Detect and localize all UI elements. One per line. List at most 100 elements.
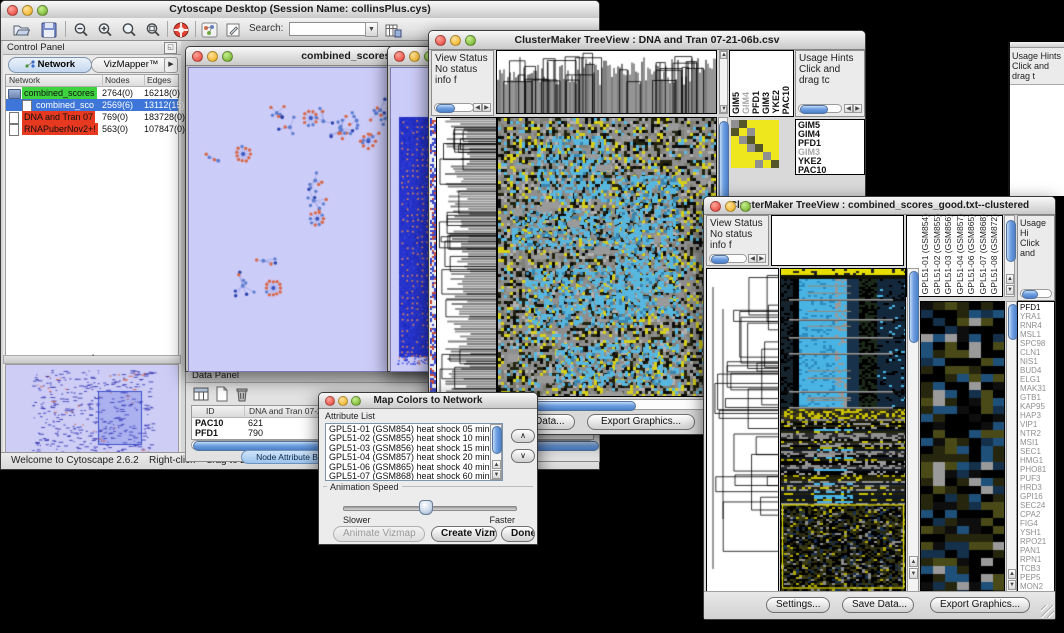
attribute-listbox[interactable]: GPL51-01 (GSM854) heat shock 05 minGPL51… [325, 423, 503, 481]
scroll-right-icon[interactable]: ▶ [853, 104, 862, 113]
scroll-down-icon[interactable]: ▼ [720, 105, 727, 113]
close-button[interactable] [325, 396, 335, 406]
scroll-left-icon[interactable]: ◀ [748, 254, 757, 263]
zoom-fit-icon[interactable] [121, 22, 138, 38]
zoom-button[interactable] [222, 51, 233, 62]
zoom-selected-icon[interactable] [145, 22, 162, 38]
heatmap-global-canvas[interactable] [498, 118, 716, 396]
move-up-button[interactable]: ∧ [511, 429, 535, 443]
heatmap-global-pane[interactable] [497, 117, 717, 397]
column-dendrogram-pane[interactable] [496, 50, 717, 114]
float-panel-icon[interactable]: ◱ [164, 42, 177, 54]
vscroll-thumb[interactable] [492, 426, 502, 454]
new-attribute-icon[interactable] [214, 386, 231, 402]
help-lifering-icon[interactable] [173, 22, 190, 38]
hscroll-thumb[interactable] [1022, 290, 1038, 299]
labels-vscrollbar[interactable]: ▲ ▼ [1004, 215, 1015, 297]
gene-label[interactable]: MSI1 [1018, 438, 1054, 447]
dendrogram-vscrollbar[interactable]: ▲ ▼ [719, 50, 728, 114]
hints-hscrollbar[interactable] [1020, 289, 1052, 298]
gene-label[interactable]: HRD3 [1018, 483, 1054, 492]
heatmap-global-canvas[interactable] [781, 269, 905, 591]
animate-vizmap-button[interactable]: Animate Vizmap [333, 526, 425, 542]
scroll-left-icon[interactable]: ◀ [473, 103, 482, 112]
close-button[interactable] [394, 51, 405, 62]
gene-label[interactable]: NTR2 [1018, 429, 1054, 438]
scroll-down-icon[interactable]: ▼ [492, 470, 501, 479]
gene-label[interactable]: RPO21 [1018, 537, 1054, 546]
gene-label[interactable]: PAN1 [1018, 546, 1054, 555]
zoom-button[interactable] [351, 396, 361, 406]
scroll-left-icon[interactable]: ◀ [844, 104, 853, 113]
minimize-button[interactable] [338, 396, 348, 406]
heatmap-zoom-canvas[interactable] [921, 302, 1004, 591]
close-button[interactable] [7, 5, 18, 16]
tab-vizmapper[interactable]: VizMapper™ [91, 57, 171, 73]
scroll-right-icon[interactable]: ▶ [757, 254, 766, 263]
vizmapper-nodes-icon[interactable] [201, 22, 218, 38]
col-header-network[interactable]: Network [9, 75, 40, 85]
scroll-down-icon[interactable]: ▼ [1008, 580, 1016, 590]
zoom-button[interactable] [740, 201, 751, 212]
export-graphics-button[interactable]: Export Graphics... [587, 414, 695, 430]
move-down-button[interactable]: ∨ [511, 449, 535, 463]
gene-label[interactable]: SEC24 [1018, 501, 1054, 510]
gene-label[interactable]: PFD1 [1018, 303, 1054, 312]
heatmap-global-pane[interactable] [780, 268, 906, 592]
network-row[interactable]: RNAPuberNov2+! 563(0) 107847(0) [6, 123, 178, 135]
minimize-button[interactable] [207, 51, 218, 62]
save-data-button[interactable]: Save Data... [842, 597, 914, 613]
gene-label[interactable]: GTB1 [1018, 393, 1054, 402]
resize-grip[interactable] [1041, 605, 1054, 618]
gene-label[interactable]: GPI16 [1018, 492, 1054, 501]
done-button[interactable]: Done [501, 526, 535, 542]
scroll-up-icon[interactable]: ▲ [1008, 569, 1016, 579]
zoom-in-icon[interactable] [97, 22, 114, 38]
gene-label[interactable]: YSH1 [1018, 528, 1054, 537]
gene-label[interactable]: VIP1 [1018, 420, 1054, 429]
gene-label[interactable]: CPA2 [1018, 510, 1054, 519]
zoom-button[interactable] [465, 35, 476, 46]
annotation-icon[interactable] [225, 22, 242, 38]
zoom-button[interactable] [37, 5, 48, 16]
list-vscrollbar[interactable]: ▲ ▼ [490, 424, 502, 480]
close-button[interactable] [710, 201, 721, 212]
vscroll-thumb[interactable] [1006, 220, 1016, 262]
settings-button[interactable]: Settings... [766, 597, 830, 613]
vscroll-thumb[interactable] [909, 271, 919, 343]
search-input[interactable] [289, 22, 367, 36]
hints-hscrollbar[interactable] [798, 104, 842, 113]
gene-label[interactable]: SPC98 [1018, 339, 1054, 348]
minimize-button[interactable] [409, 51, 420, 62]
network-row-selected[interactable]: combined_sco 2569(6) 13112(15) [6, 99, 178, 111]
gene-label[interactable]: RNR4 [1018, 321, 1054, 330]
gene-label[interactable]: MSL1 [1018, 330, 1054, 339]
tab-network[interactable]: Network [8, 57, 92, 73]
attribute-item[interactable]: GPL51-07 (GSM868) heat shock 60 min [326, 472, 489, 480]
col-header-edges[interactable]: Edges [144, 75, 171, 85]
save-session-icon[interactable] [41, 22, 58, 38]
gene-dendrogram-pane[interactable] [706, 268, 779, 592]
gene-label[interactable]: PEP5 [1018, 573, 1054, 582]
network-overview-thumbnail[interactable] [5, 364, 179, 460]
gene-label[interactable]: HMG1 [1018, 456, 1054, 465]
delete-attribute-icon[interactable] [234, 386, 251, 402]
minimize-button[interactable] [22, 5, 33, 16]
gene-label[interactable]: BUD4 [1018, 366, 1054, 375]
gene-label[interactable]: HAP3 [1018, 411, 1054, 420]
gene-label[interactable]: TCB3 [1018, 564, 1054, 573]
attr-col-id[interactable]: ID [206, 406, 215, 416]
attribute-select-icon[interactable] [193, 386, 210, 402]
scroll-right-icon[interactable]: ▶ [482, 103, 491, 112]
heatmap-zoom-pane[interactable] [920, 301, 1005, 592]
gene-label[interactable]: KAP95 [1018, 402, 1054, 411]
close-button[interactable] [435, 35, 446, 46]
close-button[interactable] [192, 51, 203, 62]
minimize-button[interactable] [725, 201, 736, 212]
row-label[interactable]: PAC10 [796, 166, 864, 175]
network-row[interactable]: combined_scores 2764(0) 16218(0) [6, 87, 178, 99]
gene-label[interactable]: SEC1 [1018, 447, 1054, 456]
create-vizmap-button[interactable]: Create Vizmap [431, 526, 497, 542]
scroll-up-icon[interactable]: ▲ [1006, 274, 1014, 284]
scroll-down-icon[interactable]: ▼ [909, 568, 918, 579]
